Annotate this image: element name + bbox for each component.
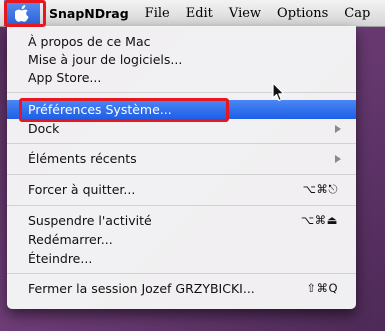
menu-separator [7, 92, 356, 93]
menu-options[interactable]: Options [269, 6, 336, 21]
menu-view[interactable]: View [221, 6, 269, 21]
apple-dropdown-menu: À propos de ce Mac Mise à jour de logici… [7, 26, 356, 309]
shortcut-label: ⇧⌘Q [306, 281, 338, 295]
menu-item-restart[interactable]: Redémarrer... [7, 230, 356, 249]
menu-item-software-update[interactable]: Mise à jour de logiciels... [7, 50, 356, 69]
menu-item-shut-down[interactable]: Éteindre... [7, 249, 356, 268]
menu-item-label: App Store... [28, 70, 102, 85]
menu-separator [7, 143, 356, 144]
shortcut-label: ⌥⌘⎋ [302, 182, 338, 196]
menu-item-sleep[interactable]: Suspendre l'activité ⌥⌘⏏ [7, 211, 356, 230]
menu-item-label: Éteindre... [28, 251, 93, 266]
menu-file[interactable]: File [137, 6, 178, 21]
menu-item-label: Suspendre l'activité [28, 213, 152, 228]
menu-item-label: À propos de ce Mac [28, 34, 151, 49]
menu-item-label: Redémarrer... [28, 232, 113, 247]
menu-separator [7, 205, 356, 206]
menu-separator [7, 273, 356, 274]
menu-item-label: Forcer à quitter... [28, 182, 136, 197]
annotation-highlight-apple [4, 0, 46, 27]
menu-snapndrag[interactable]: SnapNDrag [40, 6, 137, 21]
menu-item-label: Mise à jour de logiciels... [28, 52, 183, 67]
menu-item-app-store[interactable]: App Store... [7, 68, 356, 87]
annotation-highlight-preferences [19, 98, 229, 122]
mouse-pointer-icon [272, 82, 285, 102]
menu-separator [7, 174, 356, 175]
menu-bar: SnapNDrag File Edit View Options Cap [0, 0, 385, 27]
submenu-arrow-icon [335, 125, 341, 133]
shortcut-label: ⌥⌘⏏ [300, 213, 338, 227]
submenu-arrow-icon [335, 155, 341, 163]
menu-item-label: Dock [28, 121, 60, 136]
menu-item-label: Éléments récents [28, 151, 137, 166]
menu-item-recent-items[interactable]: Éléments récents [7, 149, 356, 168]
menu-item-label: Fermer la session Jozef GRZYBICKI... [28, 281, 255, 296]
menu-capture[interactable]: Cap [336, 6, 378, 21]
menu-item-log-out[interactable]: Fermer la session Jozef GRZYBICKI... ⇧⌘Q [7, 279, 356, 298]
menu-item-force-quit[interactable]: Forcer à quitter... ⌥⌘⎋ [7, 180, 356, 199]
menu-item-about-this-mac[interactable]: À propos de ce Mac [7, 32, 356, 51]
menu-edit[interactable]: Edit [178, 6, 221, 21]
